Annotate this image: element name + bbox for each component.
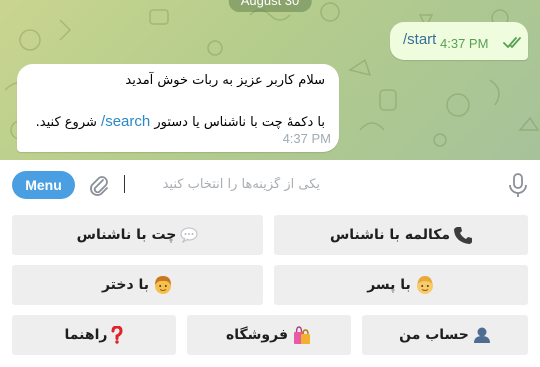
anonymous-call-button[interactable]: مکالمه با ناشناس [274,215,528,255]
paperclip-icon[interactable] [88,174,110,198]
shop-label: فروشگاه [226,327,289,343]
shopping-bags-icon [292,325,312,345]
double-check-icon [503,37,521,48]
incoming-message-line2: با دکمهٔ چت با ناشناس یا دستور /search ش… [36,113,325,130]
my-account-button[interactable]: حساب من [362,315,528,355]
with-girl-label: با دختر [101,277,150,293]
my-account-label: حساب من [399,327,469,343]
with-boy-button[interactable]: با پسر [274,265,528,305]
search-command-link[interactable]: /search [101,113,150,130]
outgoing-message-time: 4:37 PM [440,36,489,51]
user-icon [473,326,491,344]
girl-face-icon [153,275,173,295]
microphone-icon[interactable] [508,173,528,199]
anonymous-chat-button[interactable]: چت با ناشناس [12,215,263,255]
help-button[interactable]: راهنما [12,315,176,355]
incoming-message[interactable]: سلام کاربر عزیز به ربات خوش آمدید با دکم… [17,64,339,152]
message-input[interactable] [122,172,320,196]
menu-button[interactable]: Menu [12,171,75,199]
bot-keyboard: چت با ناشناس مکالمه با ناشناس با دختر با… [0,206,540,367]
outgoing-message[interactable]: /start 4:37 PM [390,22,528,60]
date-chip: August 30 [228,0,312,12]
shop-button[interactable]: فروشگاه [187,315,351,355]
incoming-message-line1: سلام کاربر عزیز به ربات خوش آمدید [125,73,325,88]
with-girl-button[interactable]: با دختر [12,265,263,305]
boy-face-icon [415,275,435,295]
incoming-message-line2-suffix: شروع کنید. [35,115,97,130]
incoming-message-line2-prefix: با دکمهٔ چت با ناشناس یا دستور [154,115,325,130]
speech-bubble-icon [180,227,198,243]
phone-icon [454,226,473,244]
with-boy-label: با پسر [367,277,411,293]
outgoing-message-text: /start [403,31,437,48]
incoming-message-time: 4:37 PM [282,131,331,146]
anonymous-chat-label: چت با ناشناس [76,227,177,243]
help-label: راهنما [64,327,108,343]
anonymous-call-label: مکالمه با ناشناس [329,227,451,243]
chat-area[interactable]: August 30 /start 4:37 PM سلام کاربر عزیز… [0,0,540,160]
message-composer: Menu [0,160,540,206]
question-mark-icon [111,326,123,344]
text-caret [124,175,125,193]
